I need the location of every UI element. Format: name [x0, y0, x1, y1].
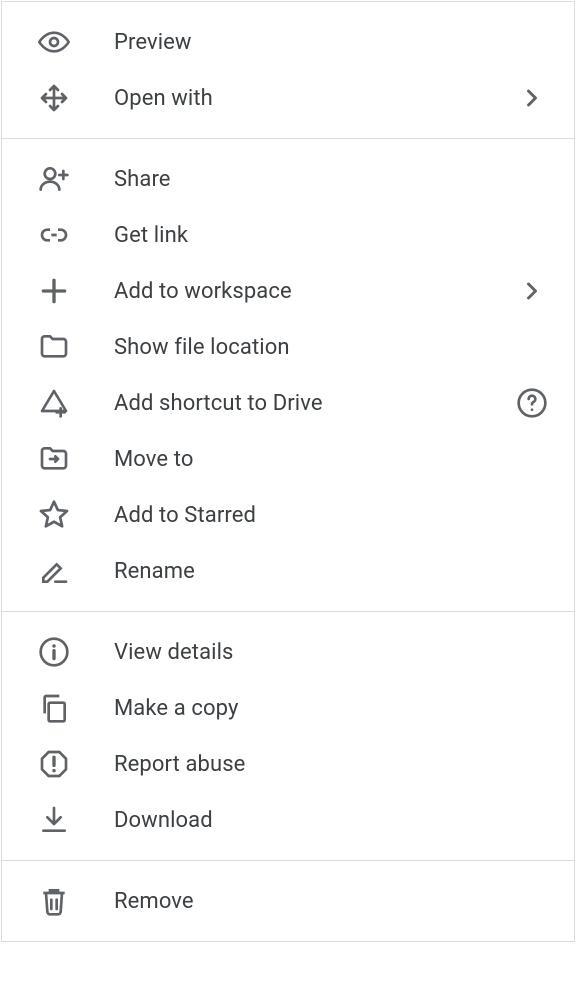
menu-section: Share Get link Add to workspace Show fil…	[2, 138, 574, 611]
menu-section: Remove	[2, 860, 574, 941]
report-icon	[38, 748, 114, 780]
menu-item-show-file-location[interactable]: Show file location	[2, 319, 574, 375]
menu-item-view-details[interactable]: View details	[2, 624, 574, 680]
move-arrows-icon	[38, 82, 114, 114]
menu-item-label: Download	[114, 808, 550, 833]
chevron-right-icon	[514, 84, 550, 112]
star-icon	[38, 499, 114, 531]
trash-icon	[38, 885, 114, 917]
menu-item-report-abuse[interactable]: Report abuse	[2, 736, 574, 792]
menu-section: Preview Open with	[2, 2, 574, 138]
menu-item-label: Get link	[114, 223, 550, 248]
menu-item-label: Rename	[114, 559, 550, 584]
folder-move-icon	[38, 443, 114, 475]
download-icon	[38, 804, 114, 836]
menu-item-add-to-workspace[interactable]: Add to workspace	[2, 263, 574, 319]
eye-icon	[38, 26, 114, 58]
menu-item-label: Preview	[114, 30, 550, 55]
menu-item-make-a-copy[interactable]: Make a copy	[2, 680, 574, 736]
chevron-right-icon	[514, 277, 550, 305]
help-icon[interactable]	[514, 387, 550, 419]
copy-icon	[38, 692, 114, 724]
menu-item-move-to[interactable]: Move to	[2, 431, 574, 487]
menu-item-label: Add to workspace	[114, 279, 514, 304]
menu-item-get-link[interactable]: Get link	[2, 207, 574, 263]
menu-item-add-to-starred[interactable]: Add to Starred	[2, 487, 574, 543]
menu-item-label: Add to Starred	[114, 503, 550, 528]
person-add-icon	[38, 163, 114, 195]
menu-item-label: View details	[114, 640, 550, 665]
menu-item-share[interactable]: Share	[2, 151, 574, 207]
menu-item-remove[interactable]: Remove	[2, 873, 574, 929]
menu-item-add-shortcut-to-drive[interactable]: Add shortcut to Drive	[2, 375, 574, 431]
menu-item-rename[interactable]: Rename	[2, 543, 574, 599]
menu-item-label: Move to	[114, 447, 550, 472]
menu-item-label: Make a copy	[114, 696, 550, 721]
menu-item-label: Remove	[114, 889, 550, 914]
menu-item-download[interactable]: Download	[2, 792, 574, 848]
menu-section: View details Make a copy Report abuse Do…	[2, 611, 574, 860]
pencil-icon	[38, 555, 114, 587]
menu-item-label: Share	[114, 167, 550, 192]
link-icon	[38, 219, 114, 251]
folder-icon	[38, 331, 114, 363]
drive-shortcut-icon	[38, 387, 114, 419]
menu-item-open-with[interactable]: Open with	[2, 70, 574, 126]
info-icon	[38, 636, 114, 668]
menu-item-label: Report abuse	[114, 752, 550, 777]
context-menu: Preview Open with Share Get link	[1, 1, 575, 942]
menu-item-preview[interactable]: Preview	[2, 14, 574, 70]
menu-item-label: Open with	[114, 86, 514, 111]
menu-item-label: Show file location	[114, 335, 550, 360]
plus-icon	[38, 275, 114, 307]
menu-item-label: Add shortcut to Drive	[114, 391, 514, 416]
